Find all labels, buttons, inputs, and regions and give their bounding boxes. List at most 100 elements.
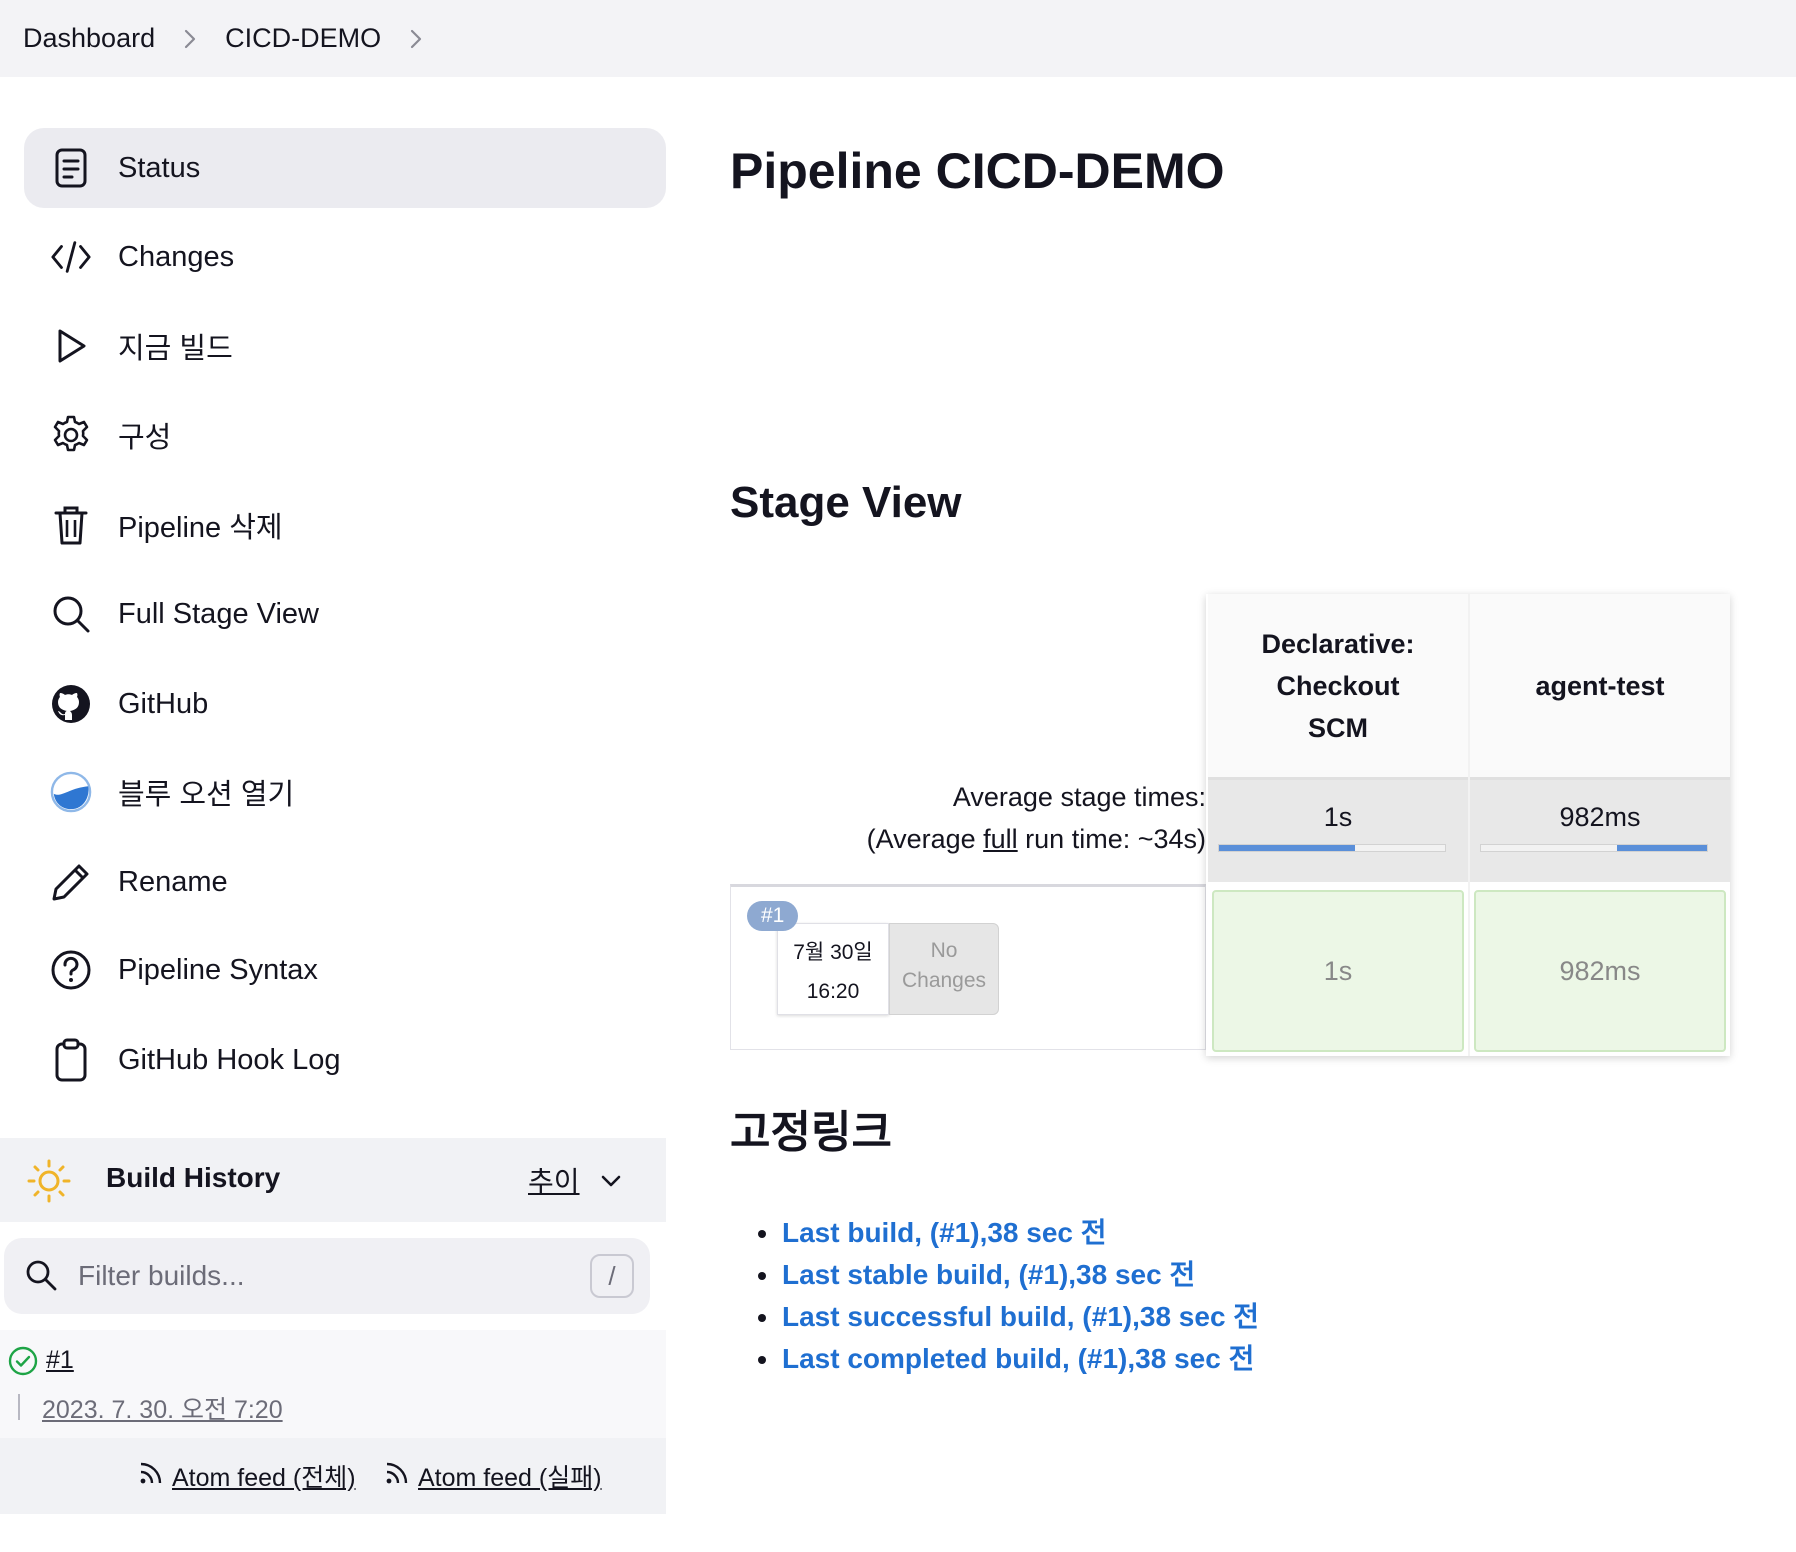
stage-average-bar	[1480, 844, 1708, 852]
stage-view-table: Average stage times: (Average full run t…	[730, 594, 1730, 1060]
sidebar-item-rename[interactable]: Rename	[24, 842, 666, 922]
breadcrumb: Dashboard CICD-DEMO	[0, 0, 1796, 77]
chevron-right-icon	[183, 28, 197, 50]
stage-average: 982ms	[1470, 780, 1730, 882]
sun-icon	[26, 1158, 72, 1204]
search-icon	[24, 1258, 60, 1294]
rss-icon	[138, 1460, 164, 1493]
stage-view-title: Stage View	[730, 478, 962, 527]
breadcrumb-cicd-demo[interactable]: CICD-DEMO	[225, 23, 381, 54]
sidebar-item-label: GitHub	[118, 687, 209, 720]
play-icon	[50, 325, 92, 367]
search-icon	[50, 593, 92, 635]
stage-column: Declarative: Checkout SCM 1s 1s	[1208, 594, 1468, 1056]
sidebar-item-build-now[interactable]: 지금 빌드	[24, 306, 666, 386]
permalinks-list: Last build, (#1),38 sec 전 Last stable bu…	[757, 1212, 1259, 1380]
build-divider	[18, 1394, 20, 1420]
run-badge[interactable]: #1	[747, 901, 799, 931]
permalink-last-build[interactable]: Last build, (#1),38 sec 전	[782, 1217, 1107, 1248]
run-changes-box: No Changes	[889, 923, 999, 1015]
sidebar-item-github[interactable]: GitHub	[24, 664, 666, 744]
permalink-last-stable-build[interactable]: Last stable build, (#1),38 sec 전	[782, 1259, 1195, 1290]
avg-run-suffix: run time: ~34s)	[1017, 824, 1206, 854]
list-item: Last completed build, (#1),38 sec 전	[757, 1338, 1259, 1380]
sidebar-item-label: Changes	[118, 240, 235, 273]
status-document-icon	[50, 147, 92, 189]
build-number-link[interactable]: #1	[46, 1346, 74, 1375]
rss-icon	[384, 1460, 410, 1493]
atom-feed-all-label: Atom feed (전체)	[172, 1464, 356, 1492]
stage-cell-success[interactable]: 1s	[1212, 890, 1464, 1052]
sidebar-item-configure[interactable]: 구성	[24, 395, 666, 475]
run-row-info: 7월 30일 16:20 No Changes #1	[730, 884, 1206, 1050]
gear-icon	[50, 414, 92, 456]
build-history-title: Build History	[106, 1162, 281, 1193]
blue-ocean-icon	[50, 771, 92, 813]
run-date-box: 7월 30일 16:20	[777, 923, 889, 1015]
stage-header: agent-test	[1470, 594, 1730, 780]
code-brackets-icon	[50, 236, 92, 278]
sidebar-item-github-hook-log[interactable]: GitHub Hook Log	[24, 1020, 666, 1100]
success-check-icon	[8, 1346, 38, 1376]
avg-stage-label: Average stage times:	[952, 782, 1206, 812]
sidebar-item-label: Full Stage View	[118, 597, 319, 630]
clipboard-icon	[50, 1038, 92, 1082]
sidebar-item-label: Pipeline Syntax	[118, 953, 318, 986]
stage-average-bar	[1218, 844, 1446, 852]
run-time: 16:20	[806, 980, 860, 1003]
list-item: Last successful build, (#1),38 sec 전	[757, 1296, 1259, 1338]
atom-feed-failed-link[interactable]: Atom feed (실패)	[384, 1458, 602, 1494]
stage-average-bar-fill	[1616, 845, 1707, 851]
build-history-header: Build History 추이	[0, 1138, 666, 1222]
avg-run-label: (Average full run time: ~34s)	[867, 824, 1206, 855]
chevron-right-icon[interactable]	[409, 28, 423, 50]
permalink-last-successful-build[interactable]: Last successful build, (#1),38 sec 전	[782, 1301, 1259, 1332]
sidebar-item-pipeline-syntax[interactable]: Pipeline Syntax	[24, 930, 666, 1010]
stage-average-bar-fill	[1219, 845, 1355, 851]
breadcrumb-dashboard[interactable]: Dashboard	[23, 23, 155, 54]
build-row: #1 2023. 7. 30. 오전 7:20	[0, 1330, 666, 1438]
run-date: 7월 30일	[793, 941, 873, 964]
stage-cell-success[interactable]: 982ms	[1474, 890, 1726, 1052]
sidebar-item-label: GitHub Hook Log	[118, 1043, 341, 1076]
stage-name: agent-test	[1535, 670, 1665, 701]
sidebar-item-label: Status	[118, 151, 201, 184]
sidebar-item-changes[interactable]: Changes	[24, 217, 666, 297]
average-times-label: Average stage times: (Average full run t…	[730, 782, 1206, 878]
filter-builds-input[interactable]	[78, 1254, 558, 1298]
stage-average: 1s	[1208, 780, 1468, 882]
sidebar-item-label: 지금 빌드	[118, 333, 233, 365]
trend-link[interactable]: 추이	[528, 1160, 580, 1200]
list-item: Last stable build, (#1),38 sec 전	[757, 1254, 1259, 1296]
sidebar-item-blue-ocean[interactable]: 블루 오션 열기	[24, 752, 666, 832]
keyboard-shortcut-hint: /	[590, 1254, 634, 1298]
stage-name: Declarative: Checkout SCM	[1261, 628, 1415, 743]
page-title: Pipeline CICD-DEMO	[730, 143, 1225, 199]
github-icon	[50, 683, 92, 725]
permalink-last-completed-build[interactable]: Last completed build, (#1),38 sec 전	[782, 1343, 1254, 1374]
chevron-down-icon[interactable]	[598, 1168, 624, 1194]
stage-header: Declarative: Checkout SCM	[1208, 594, 1468, 780]
sidebar-item-label: 블루 오션 열기	[118, 779, 295, 811]
atom-feeds: Atom feed (전체) Atom feed (실패)	[0, 1438, 666, 1514]
sidebar-item-label: 구성	[118, 422, 172, 454]
stage-average-time: 982ms	[1559, 802, 1641, 832]
permalinks-title: 고정링크	[730, 1108, 892, 1157]
sidebar-item-full-stage-view[interactable]: Full Stage View	[24, 574, 666, 654]
sidebar-item-label: Rename	[118, 865, 228, 898]
atom-feed-failed-label: Atom feed (실패)	[418, 1464, 602, 1492]
sidebar-item-status[interactable]: Status	[24, 128, 666, 208]
sidebar-item-label: Pipeline 삭제	[118, 512, 283, 544]
help-circle-icon	[50, 949, 92, 991]
filter-builds: /	[4, 1238, 650, 1314]
stage-average-time: 1s	[1323, 802, 1353, 832]
trash-icon	[50, 504, 92, 546]
stage-grid: Declarative: Checkout SCM 1s 1s agent-te…	[1206, 594, 1730, 1056]
avg-run-prefix: (Average	[866, 824, 984, 854]
atom-feed-all-link[interactable]: Atom feed (전체)	[138, 1458, 356, 1494]
avg-run-full-link[interactable]: full	[983, 824, 1018, 854]
sidebar-item-delete-pipeline[interactable]: Pipeline 삭제	[24, 485, 666, 565]
pencil-icon	[50, 861, 92, 903]
build-date-link[interactable]: 2023. 7. 30. 오전 7:20	[42, 1390, 283, 1426]
list-item: Last build, (#1),38 sec 전	[757, 1212, 1259, 1254]
